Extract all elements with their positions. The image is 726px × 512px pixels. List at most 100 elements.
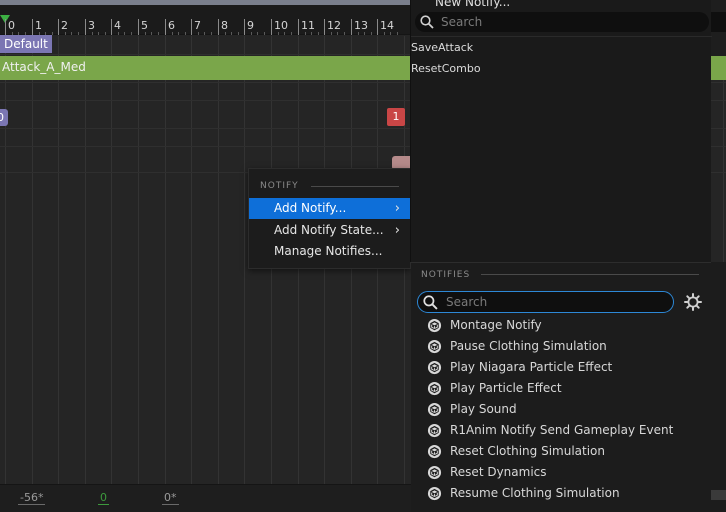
ruler-minor-tick	[65, 32, 66, 35]
ruler-tick	[351, 19, 352, 35]
notify-marker-1[interactable]: 1	[387, 108, 405, 126]
add-notify-menu-item[interactable]: Add Notify... ›	[249, 198, 410, 219]
ruler-minor-tick	[390, 32, 391, 35]
grid-line	[165, 36, 166, 484]
scrollbar-thumb[interactable]	[711, 490, 726, 500]
ruler-minor-tick	[278, 32, 279, 35]
ruler-tick	[298, 19, 299, 35]
new-notify-menu-item[interactable]: New Notify...	[435, 0, 510, 9]
ruler-minor-tick	[305, 32, 306, 35]
ruler-minor-tick	[397, 32, 398, 35]
ruler-minor-tick	[318, 32, 319, 35]
ruler-minor-tick	[384, 32, 385, 35]
grid-line	[218, 36, 219, 484]
notify-class-item[interactable]: Play Particle Effect	[411, 378, 711, 399]
notify-class-item[interactable]: Reset Clothing Simulation	[411, 441, 711, 462]
ruler-minor-tick	[331, 32, 332, 35]
ruler-tick	[165, 19, 166, 35]
ruler-minor-tick	[211, 32, 212, 35]
notify-class-label: Reset Clothing Simulation	[450, 444, 605, 458]
menu-item-label: Add Notify State...	[274, 223, 384, 237]
notify-class-label: R1Anim Notify Send Gameplay Event	[450, 423, 674, 437]
skeleton-notify-item-resetcombo[interactable]: ResetCombo	[411, 62, 481, 75]
blueprint-class-icon	[427, 318, 442, 333]
skeleton-notify-search[interactable]	[415, 12, 709, 32]
context-menu-header: NOTIFY	[260, 181, 299, 191]
notify-class-item[interactable]: Reset Dynamics	[411, 462, 711, 483]
ruler-tick	[191, 19, 192, 35]
grid-line	[111, 36, 112, 484]
ruler-tick-label: 2	[61, 19, 68, 32]
blueprint-class-icon	[427, 360, 442, 375]
ruler-tick-label: 9	[247, 19, 254, 32]
grid-line	[32, 36, 33, 484]
grid-line	[58, 36, 59, 484]
current-frame-field[interactable]: 0	[98, 491, 109, 505]
ruler-minor-tick	[105, 32, 106, 35]
ruler-minor-tick	[52, 32, 53, 35]
ruler-tick-label: 13	[354, 19, 368, 32]
notify-class-item[interactable]: R1Anim Notify Send Gameplay Event	[411, 420, 711, 441]
ruler-minor-tick	[158, 32, 159, 35]
skeleton-notify-search-input[interactable]	[441, 13, 701, 31]
default-slot-label[interactable]: Default	[0, 35, 52, 53]
ruler-tick	[111, 19, 112, 35]
ruler-tick-label: 8	[221, 19, 228, 32]
ruler-minor-tick	[124, 32, 125, 35]
grid-line	[85, 36, 86, 484]
ruler-tick-label: 12	[327, 19, 341, 32]
ruler-tick-label: 0	[8, 19, 15, 32]
skeleton-notify-submenu: New Notify... SaveAttack ResetCombo	[410, 0, 712, 262]
blueprint-class-icon	[427, 402, 442, 417]
grid-line	[138, 36, 139, 484]
ruler-minor-tick	[291, 32, 292, 35]
blueprint-class-icon	[427, 486, 442, 501]
ruler-tick	[5, 19, 6, 35]
notify-class-item[interactable]: Play Niagara Particle Effect	[411, 357, 711, 378]
manage-notifies-menu-item[interactable]: Manage Notifies...	[249, 241, 410, 262]
notify-class-item[interactable]: Resume Clothing Simulation	[411, 483, 711, 504]
range-start-field[interactable]: -56*	[18, 491, 46, 505]
notify-class-search[interactable]	[417, 291, 674, 313]
chevron-right-icon: ›	[394, 201, 400, 216]
grid-line	[244, 36, 245, 484]
notify-class-search-input[interactable]	[446, 293, 666, 311]
ruler-tick-label: 5	[141, 19, 148, 32]
ruler-minor-tick	[231, 32, 232, 35]
ruler-minor-tick	[98, 32, 99, 35]
notify-class-label: Play Particle Effect	[450, 381, 562, 395]
ruler-tick	[377, 19, 378, 35]
ruler-minor-tick	[172, 32, 173, 35]
ruler-tick-label: 1	[35, 19, 42, 32]
notify-marker-0[interactable]: 0	[0, 109, 8, 126]
ruler-minor-tick	[344, 32, 345, 35]
ruler-minor-tick	[264, 32, 265, 35]
ruler-tick-label: 4	[114, 19, 121, 32]
ruler-minor-tick	[311, 32, 312, 35]
context-menu-header-rule	[311, 186, 399, 187]
chevron-right-icon: ›	[394, 223, 400, 238]
gear-icon[interactable]	[683, 292, 703, 312]
ruler-minor-tick	[118, 32, 119, 35]
notify-class-label: Play Niagara Particle Effect	[450, 360, 613, 374]
notify-class-item[interactable]: Montage Notify	[411, 315, 711, 336]
skeleton-notify-item-saveattack[interactable]: SaveAttack	[411, 41, 473, 54]
ruler-tick-label: 7	[194, 19, 201, 32]
notify-class-item[interactable]: Play Sound	[411, 399, 711, 420]
ruler-tick-label: 11	[301, 19, 315, 32]
ruler-minor-tick	[185, 32, 186, 35]
montage-section-label: Attack_A_Med	[2, 60, 86, 74]
grid-line	[5, 36, 6, 484]
ruler-minor-tick	[131, 32, 132, 35]
notify-class-item[interactable]: Pause Clothing Simulation	[411, 336, 711, 357]
ruler-minor-tick	[151, 32, 152, 35]
search-icon	[423, 295, 438, 310]
range-end-field[interactable]: 0*	[162, 491, 179, 505]
ruler-minor-tick	[238, 32, 239, 35]
ruler-tick-label: 14	[380, 19, 394, 32]
add-notify-state-menu-item[interactable]: Add Notify State... ›	[249, 220, 410, 241]
montage-bar-fragment	[711, 56, 726, 80]
ruler-minor-tick	[358, 32, 359, 35]
ruler-tick-label: 3	[88, 19, 95, 32]
ruler-minor-tick	[204, 32, 205, 35]
